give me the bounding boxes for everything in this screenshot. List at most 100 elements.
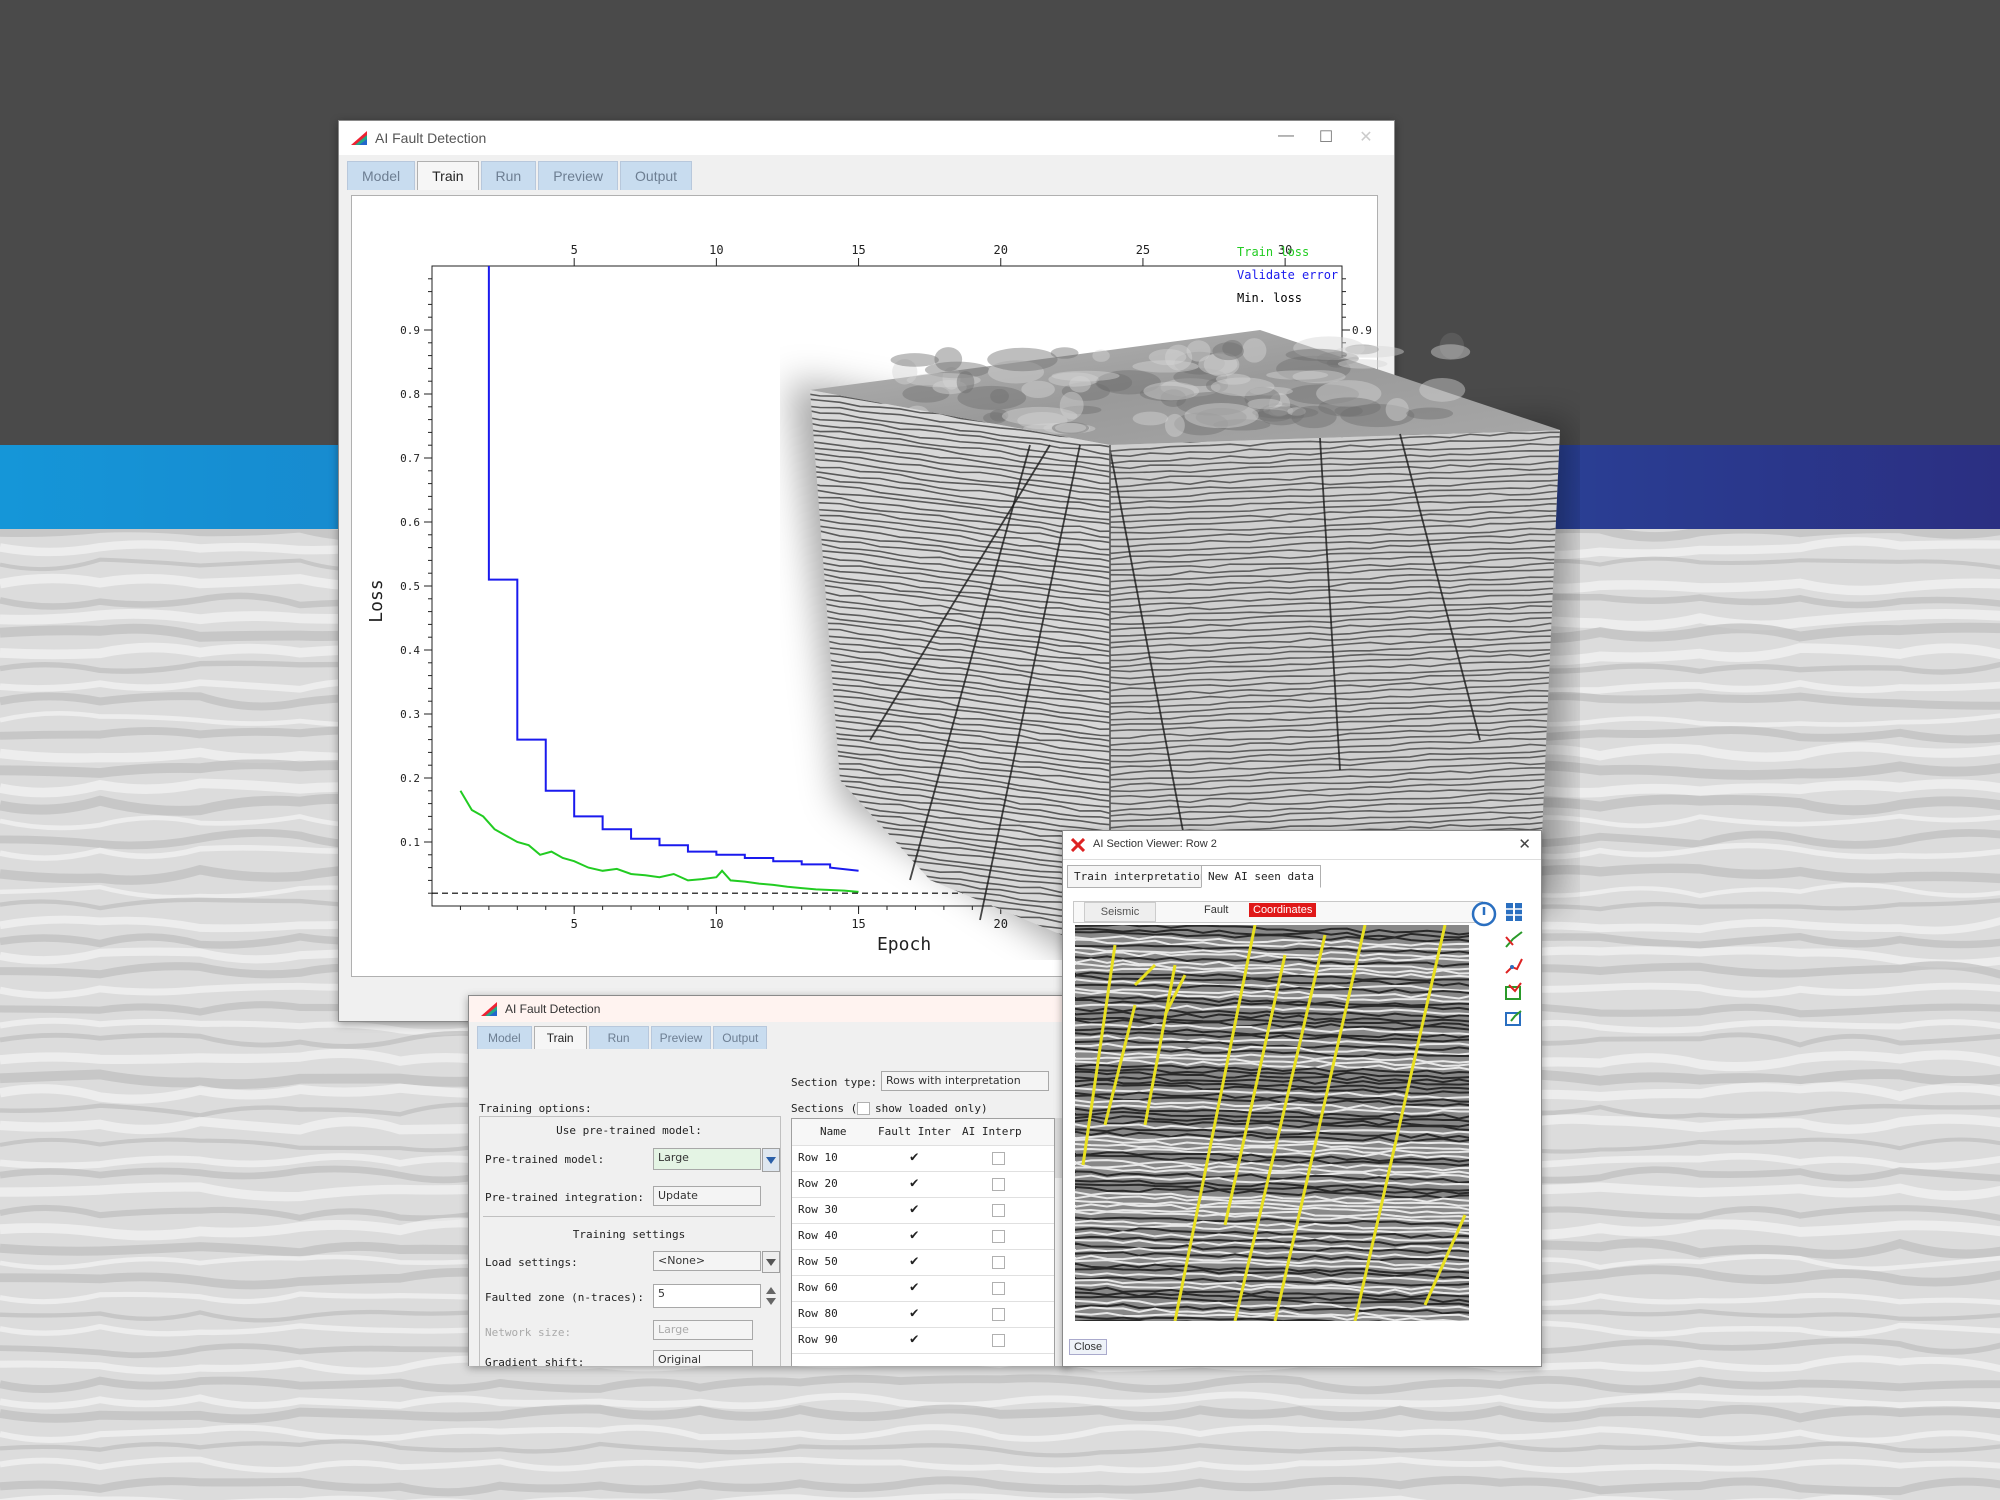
top-texture-blob [1292,370,1346,384]
top-texture-blob [987,347,1058,372]
table-row[interactable]: Row 60 ✔ [792,1275,1054,1302]
ai-interp-checkbox[interactable] [992,1282,1005,1295]
top-texture-blob [1186,340,1211,362]
row-name: Row 50 [798,1255,838,1268]
fault-check-icon: ✔ [910,1305,919,1321]
top-texture-blob [1143,381,1200,401]
tab-train[interactable]: Train [417,161,479,190]
ai-interp-checkbox[interactable] [992,1334,1005,1347]
layers-icon[interactable] [1503,901,1525,923]
table-row[interactable]: Row 90 ✔ [792,1327,1054,1354]
table-row[interactable]: Row 50 ✔ [792,1249,1054,1276]
network-size-select[interactable]: Large [653,1320,753,1340]
training-window-title: AI Fault Detection [505,1002,601,1016]
ai-interp-checkbox[interactable] [992,1178,1005,1191]
fault-label: Fault [1204,904,1229,916]
bg-wave [0,1424,2000,1444]
merge-fault-icon[interactable] [1503,981,1525,1003]
coordinates-badge[interactable]: Coordinates [1249,903,1317,917]
spinner-arrows-icon[interactable] [764,1284,778,1308]
col-name-header: Name [820,1125,847,1138]
ai-interp-checkbox[interactable] [992,1308,1005,1321]
tab-train[interactable]: Train [533,1026,587,1049]
load-settings-select[interactable]: <None> [653,1251,761,1271]
minimize-button[interactable]: — [1268,127,1304,145]
section-type-select[interactable]: Rows with interpretation [881,1071,1049,1091]
bg-wave [0,1493,1895,1500]
y-tick-label: 0.6 [400,516,420,529]
tab-model[interactable]: Model [347,161,416,190]
network-size-value: Large [658,1323,689,1336]
bg-wave [0,1404,2000,1424]
use-pretrained-label: Use pre-trained model: [556,1124,702,1137]
y-tick-label: 0.9 [400,324,420,337]
tab-output[interactable]: Output [620,161,693,190]
faulted-zone-input[interactable]: 5 [653,1284,761,1308]
tab-preview[interactable]: Preview [650,1026,712,1049]
y-tick-label: 0.8 [400,388,420,401]
power-icon[interactable] [1471,901,1497,927]
tab-output[interactable]: Output [713,1026,768,1049]
row-name: Row 30 [798,1203,838,1216]
tab-run[interactable]: Run [480,161,537,190]
gradient-shift-select[interactable]: Original [653,1350,753,1366]
top-texture-blob [890,353,939,367]
section-viewer-titlebar: AI Section Viewer: Row 2 ✕ [1063,831,1541,860]
x-tick-label-top: 20 [994,243,1008,257]
section-viewer-close-icon[interactable]: ✕ [1518,835,1531,853]
legend-entry: Validate error [1237,268,1338,282]
fault-check-icon: ✔ [910,1175,919,1191]
y-tick-label: 0.1 [400,836,420,849]
training-titlebar: AI Fault Detection [469,996,1069,1022]
ai-interp-checkbox[interactable] [992,1230,1005,1243]
dropdown-arrow-icon[interactable] [762,1148,780,1172]
tab-new-ai-data[interactable]: New AI seen data [1201,865,1321,888]
fault-check-icon: ✔ [910,1331,919,1347]
top-texture-blob [1242,338,1267,363]
network-size-label: Network size: [485,1326,572,1339]
y-tick-label: 0.4 [400,644,420,657]
pretrained-model-select[interactable]: Large [653,1148,761,1170]
gradient-shift-value: Original [658,1353,702,1366]
top-texture-blob [1184,403,1259,429]
row-name: Row 90 [798,1333,838,1346]
maximize-button[interactable]: ☐ [1308,127,1344,147]
fault-check-icon: ✔ [910,1149,919,1165]
y-axis-label: Loss [366,579,387,622]
table-row[interactable]: Row 30 ✔ [792,1197,1054,1224]
pretrained-integration-select[interactable]: Update [653,1186,761,1206]
top-texture-blob [1419,377,1466,402]
interpreted-fault [1143,964,1177,1126]
row-name: Row 40 [798,1229,838,1242]
show-loaded-label: show loaded only) [875,1102,988,1115]
pretrained-model-label: Pre-trained model: [485,1153,605,1166]
top-texture-blob [1247,398,1283,410]
table-row[interactable]: Row 80 ✔ [792,1301,1054,1328]
tab-preview[interactable]: Preview [538,161,619,190]
tab-model[interactable]: Model [477,1026,532,1049]
divider [483,1216,775,1217]
section-type-label: Section type: [791,1076,878,1089]
close-section-viewer-button[interactable]: Close [1069,1339,1108,1355]
top-texture-blob [1132,360,1199,373]
section-type-value: Rows with interpretation [886,1074,1021,1087]
tab-run[interactable]: Run [588,1026,649,1049]
pretrained-model-value: Large [658,1151,689,1164]
fault-check-icon: ✔ [910,1201,919,1217]
show-loaded-checkbox[interactable] [857,1102,870,1115]
top-texture-blob [1069,376,1091,393]
seismic-toggle[interactable]: Seismic [1084,902,1156,922]
table-row[interactable]: Row 20 ✔ [792,1171,1054,1198]
draw-fault-icon[interactable] [1503,929,1525,951]
edit-fault-icon[interactable] [1503,955,1525,977]
export-fault-icon[interactable] [1503,1007,1525,1029]
ai-interp-checkbox[interactable] [992,1152,1005,1165]
main-titlebar: AI Fault Detection — ☐ ✕ [339,121,1394,155]
tab-train-interpretation[interactable]: Train interpretation [1067,865,1214,888]
ai-interp-checkbox[interactable] [992,1204,1005,1217]
ai-interp-checkbox[interactable] [992,1256,1005,1269]
table-row[interactable]: Row 10 ✔ [792,1145,1054,1172]
table-row[interactable]: Row 40 ✔ [792,1223,1054,1250]
close-button[interactable]: ✕ [1348,127,1384,147]
dropdown-arrow-icon[interactable] [762,1251,780,1273]
